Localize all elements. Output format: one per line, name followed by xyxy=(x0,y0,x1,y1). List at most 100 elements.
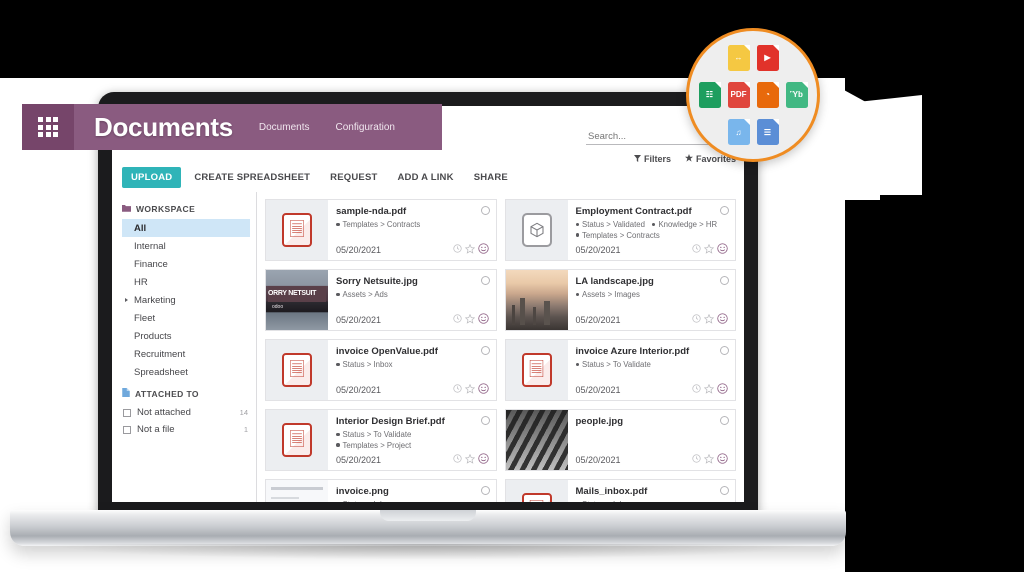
avatar[interactable] xyxy=(717,243,728,256)
document-meta: invoice OpenValue.pdf Status > Inbox 05/20… xyxy=(328,340,496,400)
star-icon[interactable] xyxy=(703,313,715,326)
request-button[interactable]: REQUEST xyxy=(323,167,384,188)
document-card[interactable]: 🗏 Mails_inbox.pdf Status > Inbox xyxy=(504,479,736,502)
select-circle-icon[interactable] xyxy=(720,346,729,355)
documents-grid: 🗏 sample-nda.pdf Templates > Contracts 05/2… xyxy=(257,192,744,502)
document-tag-line: Templates > Project xyxy=(336,441,489,450)
document-date: 05/20/2021 xyxy=(575,314,621,325)
chevron-right-icon[interactable] xyxy=(125,298,128,302)
menu-item-documents[interactable]: Documents xyxy=(259,122,310,133)
document-card[interactable]: ORRY NETSUIT odoo Sorry Netsuite.jpg Assets… xyxy=(265,269,497,331)
avatar[interactable] xyxy=(717,453,728,466)
checkbox-icon[interactable] xyxy=(123,425,131,434)
spreadsheet-file-icon[interactable]: ☷ xyxy=(698,81,721,108)
video-file-icon[interactable]: ▶ xyxy=(756,44,779,71)
history-clock-icon[interactable] xyxy=(692,454,701,465)
pdf-file-icon: 🗏 xyxy=(521,493,552,502)
card-actions xyxy=(452,453,489,466)
select-circle-icon[interactable] xyxy=(720,486,729,495)
document-footer: 05/20/2021 xyxy=(576,453,729,466)
sidebar-item-spreadsheet[interactable]: Spreadsheet xyxy=(122,363,256,381)
document-card[interactable]: Employment Contract.pdf Status > Validate… xyxy=(504,199,736,261)
document-meta: LA landscape.jpg Assets > Images 05/20/202… xyxy=(568,270,736,330)
zip-file-icon[interactable]: ↔ xyxy=(727,44,750,71)
select-circle-icon[interactable] xyxy=(480,416,490,425)
document-file-icon[interactable]: ☰ xyxy=(756,119,779,146)
avatar[interactable] xyxy=(477,313,489,326)
tag-dot-icon xyxy=(336,222,340,227)
avatar[interactable] xyxy=(717,313,728,326)
document-date: 05/20/2021 xyxy=(336,384,382,395)
checkbox-icon[interactable] xyxy=(123,408,131,417)
sidebar-item-finance[interactable]: Finance xyxy=(122,255,256,273)
filter-not-a-file[interactable]: Not a file 1 xyxy=(122,421,256,438)
sidebar-item-fleet[interactable]: Fleet xyxy=(122,309,256,327)
sidebar-item-recruitment[interactable]: Recruitment xyxy=(122,345,256,363)
select-circle-icon[interactable] xyxy=(720,416,729,425)
history-clock-icon[interactable] xyxy=(692,384,701,395)
pdf-file-icon[interactable]: PDF xyxy=(727,81,750,108)
add-a-link-button[interactable]: ADD A LINK xyxy=(391,167,461,188)
document-tag-line: Status > Inbox xyxy=(576,500,729,502)
avatar[interactable] xyxy=(477,383,489,396)
star-icon[interactable] xyxy=(464,243,475,256)
history-clock-icon[interactable] xyxy=(452,314,462,325)
document-card[interactable]: 🗏 invoice Azure Interior.pdf Status > To V… xyxy=(504,339,736,401)
avatar[interactable] xyxy=(477,243,489,256)
sidebar-item-products[interactable]: Products xyxy=(122,327,256,345)
history-clock-icon[interactable] xyxy=(452,244,462,255)
attached-title: ATTACHED TO xyxy=(135,388,199,399)
select-circle-icon[interactable] xyxy=(480,276,490,285)
star-icon[interactable] xyxy=(703,243,715,256)
document-tag-line: Assets > Images xyxy=(575,290,729,299)
box-icon xyxy=(521,213,552,247)
sidebar-item-internal[interactable]: Internal xyxy=(122,237,256,255)
sidebar-item-all[interactable]: All xyxy=(122,219,250,237)
star-icon[interactable] xyxy=(464,313,475,326)
upload-button[interactable]: UPLOAD xyxy=(122,166,182,188)
tag-label: Assets > Images xyxy=(582,290,640,299)
document-card[interactable]: LA landscape.jpg Assets > Images 05/20/202… xyxy=(504,269,736,331)
tag-dot-icon xyxy=(575,233,579,237)
laptop-mockup: Filters Favorites UPLOAD CREATE SPREADSH… xyxy=(10,92,846,560)
filters-button[interactable]: Filters xyxy=(633,154,671,164)
card-actions xyxy=(692,383,728,396)
avatar[interactable] xyxy=(717,383,728,396)
document-name: invoice.png xyxy=(336,486,389,497)
presentation-file-icon[interactable]: ◔ xyxy=(756,81,779,108)
star-icon[interactable] xyxy=(464,453,475,466)
audio-file-icon[interactable]: ♫ xyxy=(727,119,750,146)
history-clock-icon[interactable] xyxy=(452,384,462,395)
create-spreadsheet-button[interactable]: CREATE SPREADSHEET xyxy=(187,167,317,188)
image-file-icon[interactable]: Ὓb xyxy=(785,81,808,108)
avatar[interactable] xyxy=(477,453,489,466)
star-icon[interactable] xyxy=(703,383,715,396)
star-icon[interactable] xyxy=(703,453,715,466)
document-card[interactable]: 🗏 Interior Design Brief.pdf Status > To Va… xyxy=(265,409,497,471)
menu-item-configuration[interactable]: Configuration xyxy=(335,122,394,133)
sidebar-item-marketing[interactable]: Marketing xyxy=(122,291,256,309)
star-icon[interactable] xyxy=(464,383,475,396)
folder-icon xyxy=(122,204,131,214)
select-circle-icon[interactable] xyxy=(720,206,729,215)
laptop-screen: Filters Favorites UPLOAD CREATE SPREADSH… xyxy=(112,106,744,502)
share-button[interactable]: SHARE xyxy=(467,167,515,188)
sidebar-item-hr[interactable]: HR xyxy=(122,273,256,291)
history-clock-icon[interactable] xyxy=(452,454,462,465)
document-card[interactable]: 🗏 invoice OpenValue.pdf Status > Inbox 05/2… xyxy=(265,339,497,401)
tag-label: Templates > Contracts xyxy=(582,230,660,240)
select-circle-icon[interactable] xyxy=(480,206,490,215)
document-name: Sorry Netsuite.jpg xyxy=(336,276,418,287)
select-circle-icon[interactable] xyxy=(480,346,490,355)
document-card[interactable]: people.jpg 05/20/2021 xyxy=(504,409,736,471)
history-clock-icon[interactable] xyxy=(692,314,701,325)
filters-label: Filters xyxy=(643,154,671,164)
document-card[interactable]: 🗏 sample-nda.pdf Templates > Contracts 05/2… xyxy=(265,199,497,261)
apps-menu-button[interactable] xyxy=(22,104,74,150)
filter-not-attached[interactable]: Not attached 14 xyxy=(122,404,256,421)
select-circle-icon[interactable] xyxy=(720,276,729,285)
history-clock-icon[interactable] xyxy=(692,244,701,255)
document-footer: 05/20/2021 xyxy=(576,383,729,396)
select-circle-icon[interactable] xyxy=(480,486,490,495)
document-card[interactable]: invoice.png Status > Inbox xyxy=(265,479,497,502)
